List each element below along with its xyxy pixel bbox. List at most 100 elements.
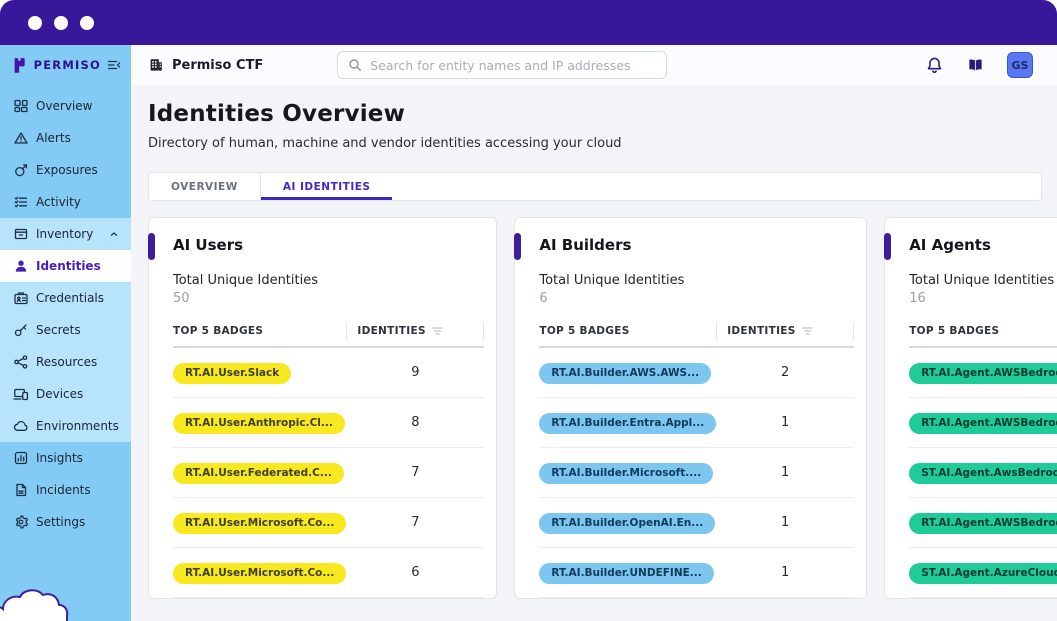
- identities-count: 1: [716, 415, 854, 430]
- card-accent-bar: [148, 233, 155, 260]
- card-title: AI Builders: [539, 236, 854, 254]
- tab-ai-identities[interactable]: AI IDENTITIES: [261, 173, 393, 200]
- col-header-identities[interactable]: IDENTITIES: [346, 322, 484, 340]
- identities-count: 7: [346, 515, 484, 530]
- permiso-logo-text: PERMISO: [34, 58, 101, 72]
- identities-count: 2: [716, 365, 854, 380]
- sidebar-item-environments[interactable]: Environments: [0, 410, 131, 442]
- user-avatar[interactable]: GS: [1007, 52, 1033, 78]
- window-control-minimize[interactable]: [54, 16, 68, 30]
- table-row: ST.AI.Agent.AwsBedroc...5: [909, 448, 1057, 498]
- badge-pill[interactable]: RT.AI.Builder.AWS.AWS...: [539, 363, 711, 384]
- sort-filter-icon[interactable]: [432, 326, 444, 336]
- total-unique-label: Total Unique Identities: [173, 273, 484, 288]
- page-title: Identities Overview: [148, 101, 1042, 127]
- person-icon: [13, 258, 29, 274]
- docs-book-icon[interactable]: [966, 56, 985, 75]
- table-row: RT.AI.Agent.AWSBedroc...3: [909, 498, 1057, 548]
- sidebar-item-secrets[interactable]: Secrets: [0, 314, 131, 346]
- sidebar-item-incidents[interactable]: Incidents: [0, 474, 131, 506]
- sidebar-item-label: Resources: [36, 355, 97, 369]
- search-input[interactable]: [370, 58, 656, 73]
- identities-count: 1: [716, 565, 854, 580]
- top-header: Permiso CTF: [131, 45, 1057, 85]
- table-row: ST.AI.Agent.AzureCloud...3: [909, 548, 1057, 598]
- badge-pill[interactable]: RT.AI.User.Federated.C...: [173, 463, 344, 484]
- identities-count: 1: [716, 465, 854, 480]
- devices-icon: [13, 386, 29, 402]
- sidebar-item-devices[interactable]: Devices: [0, 378, 131, 410]
- sidebar-item-resources[interactable]: Resources: [0, 346, 131, 378]
- sidebar-item-settings[interactable]: Settings: [0, 506, 131, 538]
- dashboard-icon: [13, 98, 29, 114]
- insights-chart-icon: [13, 450, 29, 466]
- col-header-badges: TOP 5 BADGES: [173, 325, 346, 337]
- ai-agents-card: AI Agents Total Unique Identities 16 TOP…: [884, 217, 1057, 599]
- total-unique-label: Total Unique Identities: [539, 273, 854, 288]
- tab-overview[interactable]: OVERVIEW: [149, 173, 261, 200]
- sidebar-item-alerts[interactable]: Alerts: [0, 122, 131, 154]
- col-header-badges: TOP 5 BADGES: [539, 325, 716, 337]
- logo-row: PERMISO: [0, 45, 131, 85]
- sidebar-item-label: Inventory: [36, 227, 93, 241]
- badge-pill[interactable]: ST.AI.Agent.AwsBedroc...: [909, 463, 1057, 484]
- badge-pill[interactable]: RT.AI.User.Microsoft.Co...: [173, 513, 346, 534]
- sidebar-item-label: Exposures: [36, 163, 98, 177]
- id-card-icon: [13, 290, 29, 306]
- badge-pill[interactable]: RT.AI.Builder.UNDEFINE...: [539, 563, 713, 584]
- main-area: Permiso CTF: [131, 45, 1057, 621]
- badge-pill[interactable]: ST.AI.Agent.AzureCloud...: [909, 563, 1057, 584]
- ai-users-card: AI Users Total Unique Identities 50 TOP …: [148, 217, 497, 599]
- cloud-decoration: [0, 579, 131, 621]
- search-box: [337, 51, 667, 79]
- identities-count: 7: [346, 465, 484, 480]
- sort-filter-icon[interactable]: [802, 326, 814, 336]
- table-row: RT.AI.Builder.OpenAI.En...1: [539, 498, 854, 548]
- sidebar-item-insights[interactable]: Insights: [0, 442, 131, 474]
- notifications-bell-icon[interactable]: [925, 56, 944, 75]
- badge-pill[interactable]: RT.AI.Agent.AWSBedroc...: [909, 363, 1057, 384]
- badge-pill[interactable]: RT.AI.Builder.Entra.Appl...: [539, 413, 716, 434]
- badge-pill[interactable]: RT.AI.Agent.AWSBedroc...: [909, 413, 1057, 434]
- app-window: PERMISO Overview Alerts Exposures: [0, 0, 1057, 621]
- sidebar-item-inventory[interactable]: Inventory: [0, 218, 131, 250]
- window-control-close[interactable]: [28, 16, 42, 30]
- sidebar-item-label: Incidents: [36, 483, 91, 497]
- sidebar-item-label: Overview: [36, 99, 93, 113]
- cards-grid: AI Users Total Unique Identities 50 TOP …: [148, 217, 1042, 599]
- sidebar-item-credentials[interactable]: Credentials: [0, 282, 131, 314]
- sidebar-item-overview[interactable]: Overview: [0, 90, 131, 122]
- badge-pill[interactable]: RT.AI.Builder.Microsoft....: [539, 463, 713, 484]
- window-titlebar: [0, 0, 1057, 45]
- badge-pill[interactable]: RT.AI.User.Slack: [173, 363, 291, 384]
- sidebar-collapse-icon[interactable]: [107, 57, 121, 73]
- badge-pill[interactable]: RT.AI.User.Anthropic.Cl...: [173, 413, 345, 434]
- workspace-building-icon: [148, 57, 164, 73]
- card-accent-bar: [514, 233, 521, 260]
- table-row: RT.AI.Builder.Microsoft....1: [539, 448, 854, 498]
- sidebar-item-activity[interactable]: Activity: [0, 186, 131, 218]
- table-rows: RT.AI.User.Slack9 RT.AI.User.Anthropic.C…: [173, 348, 484, 598]
- col-header-identities[interactable]: IDENTITIES: [716, 322, 854, 340]
- table-header: TOP 5 BADGES IDENTITIES: [173, 321, 484, 341]
- chevron-up-icon: [108, 228, 120, 240]
- card-title: AI Users: [173, 236, 484, 254]
- sidebar-item-label: Alerts: [36, 131, 71, 145]
- badge-pill[interactable]: RT.AI.User.Microsoft.Co...: [173, 563, 346, 584]
- sidebar-item-label: Settings: [36, 515, 85, 529]
- col-header-badges: TOP 5 BADGES: [909, 325, 1057, 337]
- page-subtitle: Directory of human, machine and vendor i…: [148, 136, 1042, 151]
- sidebar-item-identities[interactable]: Identities: [0, 250, 131, 282]
- badge-pill[interactable]: RT.AI.Agent.AWSBedroc...: [909, 513, 1057, 534]
- table-row: RT.AI.Builder.Entra.Appl...1: [539, 398, 854, 448]
- table-rows: RT.AI.Agent.AWSBedroc...5 RT.AI.Agent.AW…: [909, 348, 1057, 598]
- workspace-name[interactable]: Permiso CTF: [172, 58, 263, 73]
- table-row: RT.AI.User.Slack9: [173, 348, 484, 398]
- table-header: TOP 5 BADGES IDENTITIES: [539, 321, 854, 341]
- share-nodes-icon: [13, 354, 29, 370]
- sidebar-item-exposures[interactable]: Exposures: [0, 154, 131, 186]
- document-icon: [13, 482, 29, 498]
- badge-pill[interactable]: RT.AI.Builder.OpenAI.En...: [539, 513, 715, 534]
- sidebar-item-label: Secrets: [36, 323, 81, 337]
- window-control-maximize[interactable]: [80, 16, 94, 30]
